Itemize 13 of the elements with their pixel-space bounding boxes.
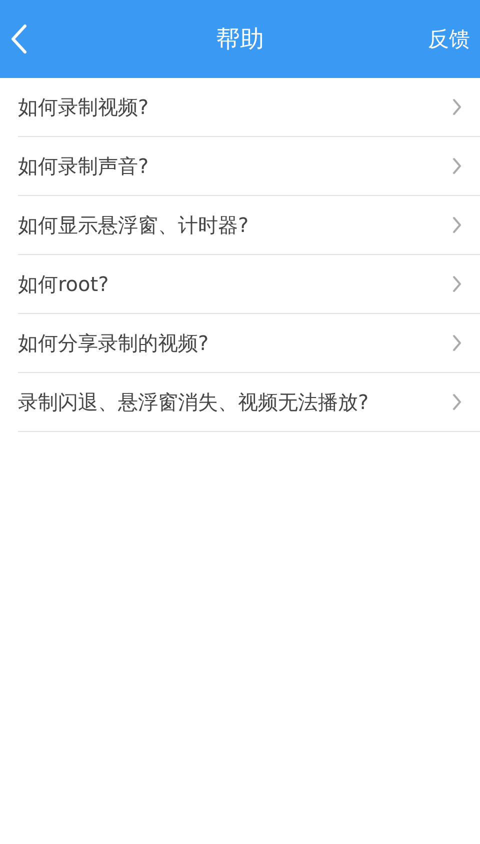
chevron-icon [452,334,462,352]
help-item[interactable]: 如何录制声音? [18,137,480,196]
chevron-icon [452,275,462,293]
chevron-icon [452,157,462,175]
help-item[interactable]: 如何录制视频? [18,78,480,137]
help-item[interactable]: 如何显示悬浮窗、计时器? [18,196,480,255]
chevron-icon [452,216,462,234]
chevron-icon [452,98,462,116]
help-item[interactable]: 如何root? [18,255,480,314]
help-item[interactable]: 录制闪退、悬浮窗消失、视频无法播放? [18,373,480,432]
help-item[interactable]: 如何分享录制的视频? [18,314,480,373]
page-title: 帮助 [216,24,264,55]
chevron-icon [452,393,462,411]
